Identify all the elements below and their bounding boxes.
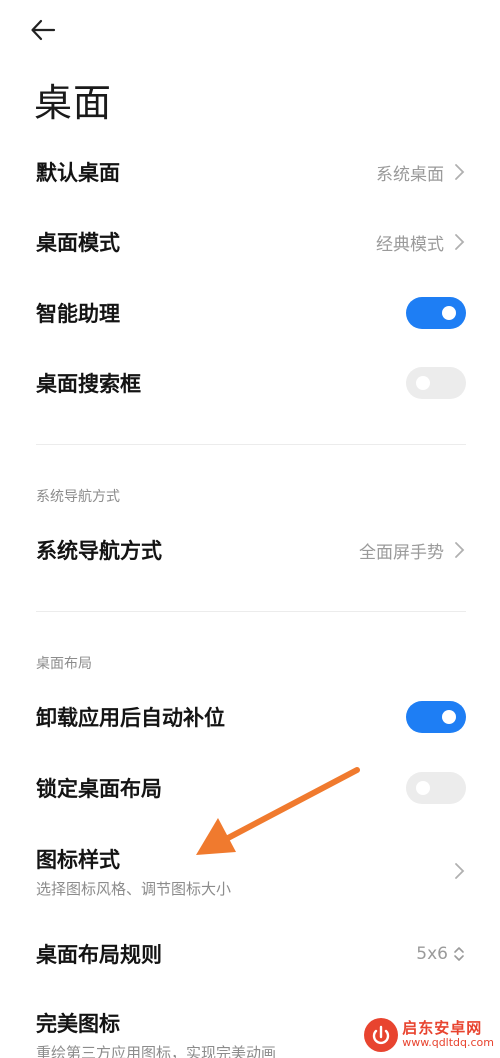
launcher-mode-value: 经典模式 <box>376 234 444 255</box>
back-button[interactable] <box>30 12 70 48</box>
toggle-knob <box>442 306 456 320</box>
smart-assistant-label: 智能助理 <box>36 302 120 326</box>
watermark: 启东安卓网 www.qdltdq.com <box>364 1018 494 1052</box>
watermark-url: www.qdltdq.com <box>402 1036 494 1050</box>
watermark-title: 启东安卓网 <box>402 1019 483 1038</box>
toggle-knob <box>442 710 456 724</box>
smart-assistant-row: 智能助理 <box>0 293 500 333</box>
launcher-mode-row[interactable]: 桌面模式 经典模式 <box>0 222 500 262</box>
up-down-chevron-icon <box>454 947 464 961</box>
chevron-right-icon <box>455 863 465 879</box>
chevron-right-icon <box>455 542 465 558</box>
navigation-value: 全面屏手势 <box>359 542 444 563</box>
smart-assistant-toggle[interactable] <box>406 297 466 329</box>
search-bar-row: 桌面搜索框 <box>0 363 500 403</box>
icon-style-label: 图标样式 <box>36 847 120 872</box>
section-header-navigation: 系统导航方式 <box>36 489 120 505</box>
search-bar-label: 桌面搜索框 <box>36 372 141 396</box>
auto-fill-toggle[interactable] <box>406 701 466 733</box>
navigation-label: 系统导航方式 <box>36 539 162 563</box>
page-title: 桌面 <box>34 81 113 125</box>
layout-grid-label: 桌面布局规则 <box>36 943 162 967</box>
launcher-mode-label: 桌面模式 <box>36 231 120 255</box>
lock-layout-label: 锁定桌面布局 <box>36 777 162 801</box>
layout-grid-value: 5x6 <box>416 944 448 964</box>
divider <box>36 444 466 445</box>
search-bar-toggle[interactable] <box>406 367 466 399</box>
default-launcher-row[interactable]: 默认桌面 系统桌面 <box>0 152 500 192</box>
perfect-icons-label: 完美图标 <box>36 1012 120 1036</box>
lock-layout-toggle[interactable] <box>406 772 466 804</box>
default-launcher-value: 系统桌面 <box>376 164 444 185</box>
layout-grid-row[interactable]: 桌面布局规则 5x6 <box>0 934 500 974</box>
toggle-knob <box>416 376 430 390</box>
section-header-layout: 桌面布局 <box>36 656 92 672</box>
perfect-icons-subtitle: 重绘第三方应用图标，实现完美动画 <box>36 1044 277 1058</box>
default-launcher-label: 默认桌面 <box>36 161 120 185</box>
icon-style-row[interactable]: 图标样式 选择图标风格、调节图标大小 <box>0 842 500 900</box>
auto-fill-label: 卸载应用后自动补位 <box>36 706 225 730</box>
watermark-logo-icon <box>364 1018 399 1052</box>
icon-style-subtitle: 选择图标风格、调节图标大小 <box>36 879 232 898</box>
chevron-right-icon <box>455 164 465 180</box>
lock-layout-row: 锁定桌面布局 <box>0 768 500 808</box>
chevron-right-icon <box>455 234 465 250</box>
divider <box>36 611 466 612</box>
toggle-knob <box>416 781 430 795</box>
navigation-row[interactable]: 系统导航方式 全面屏手势 <box>0 530 500 570</box>
auto-fill-row: 卸载应用后自动补位 <box>0 697 500 737</box>
back-arrow-icon <box>31 19 56 41</box>
